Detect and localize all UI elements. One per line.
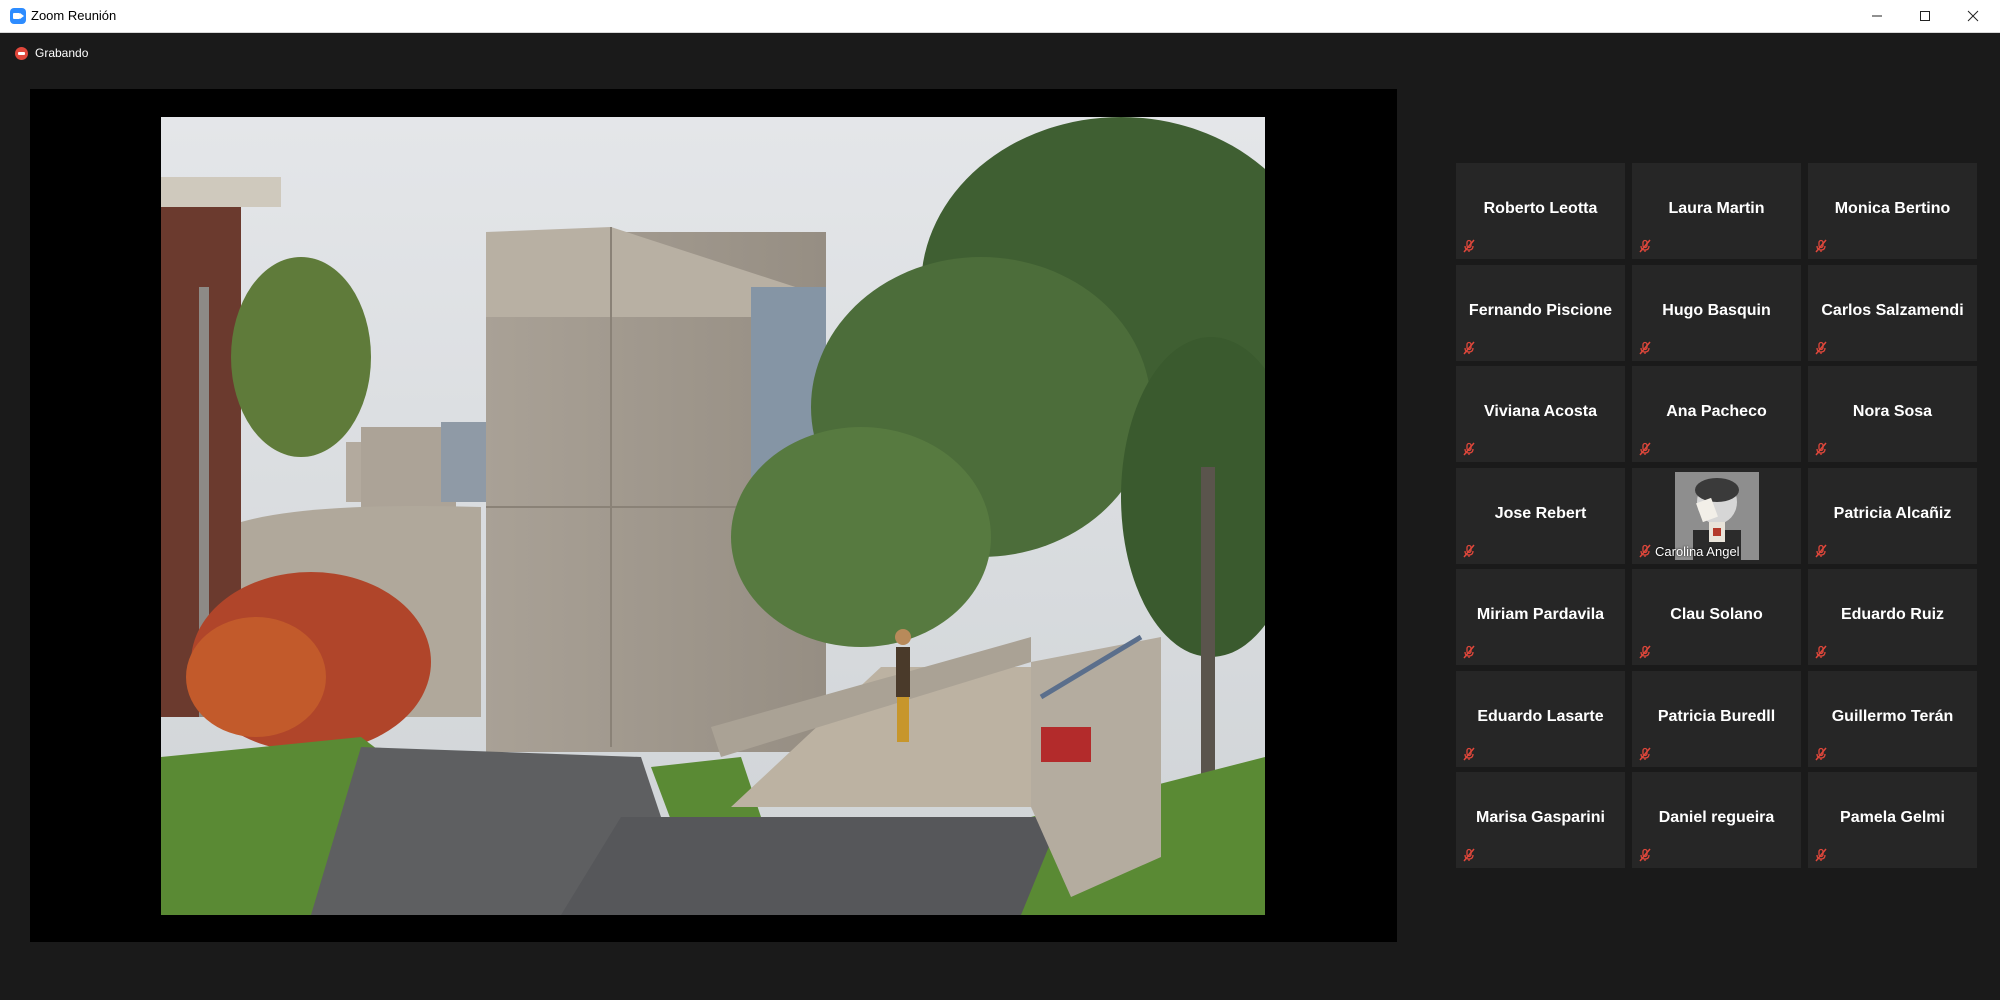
close-button[interactable]: [1950, 0, 1996, 32]
participant-tile[interactable]: Monica Bertino: [1808, 163, 1977, 259]
muted-mic-icon: [1639, 544, 1651, 557]
muted-mic-icon: [1639, 848, 1651, 862]
close-icon: [1967, 10, 1979, 22]
window-title: Zoom Reunión: [31, 8, 117, 23]
participant-tile[interactable]: Nora Sosa: [1808, 366, 1977, 462]
participant-tile[interactable]: Jose Rebert: [1456, 467, 1625, 564]
muted-mic-icon: [1463, 239, 1475, 253]
participant-name: Ana Pacheco: [1666, 403, 1767, 420]
minimize-icon: [1872, 15, 1882, 17]
muted-mic-icon: [1639, 645, 1651, 659]
minimize-button[interactable]: [1854, 0, 1900, 32]
participant-name: Jose Rebert: [1494, 504, 1587, 522]
participant-tile[interactable]: Daniel regueira: [1632, 772, 1801, 868]
muted-mic-icon: [1639, 341, 1651, 354]
muted-mic-icon: [1463, 645, 1475, 659]
participant-tile[interactable]: Eduardo Ruiz: [1808, 569, 1977, 665]
participant-tile[interactable]: Carolina Angel: [1632, 467, 1801, 564]
shared-screen[interactable]: [30, 89, 1397, 942]
participant-tile[interactable]: Patricia Buredll: [1632, 670, 1801, 767]
participant-gallery: Roberto Leotta Laura Martin Monica Bertino…: [1456, 163, 1977, 868]
participant-name: Guillermo Terán: [1831, 707, 1954, 725]
participant-tile[interactable]: Fernando Piscione: [1456, 264, 1625, 361]
title-bar: Zoom Reunión: [0, 0, 2000, 33]
participant-tile[interactable]: Hugo Basquin: [1632, 264, 1801, 361]
recording-indicator[interactable]: Grabando: [15, 46, 88, 60]
participant-name: Miriam Pardavila: [1476, 606, 1605, 623]
muted-mic-icon: [1463, 544, 1475, 557]
participant-tile[interactable]: Laura Martin: [1632, 163, 1801, 259]
muted-mic-icon: [1639, 239, 1651, 253]
muted-mic-icon: [1815, 544, 1827, 557]
maximize-icon: [1920, 11, 1930, 21]
participant-tile[interactable]: Roberto Leotta: [1456, 163, 1625, 259]
participant-tile[interactable]: Viviana Acosta: [1456, 366, 1625, 462]
participant-tile[interactable]: Pamela Gelmi: [1808, 772, 1977, 868]
participant-name: Hugo Basquin: [1662, 301, 1771, 319]
participant-tile[interactable]: Eduardo Lasarte: [1456, 670, 1625, 767]
participant-name: Laura Martin: [1668, 200, 1765, 217]
participant-tile[interactable]: Miriam Pardavila: [1456, 569, 1625, 665]
muted-mic-icon: [1639, 442, 1651, 456]
recording-label: Grabando: [35, 46, 89, 60]
muted-mic-icon: [1815, 645, 1827, 659]
participant-name: Fernando Piscione: [1468, 301, 1613, 319]
muted-mic-icon: [1463, 442, 1475, 456]
participant-name: Clau Solano: [1670, 606, 1763, 623]
participant-name: Carlos Salzamendi: [1821, 301, 1964, 319]
muted-mic-icon: [1815, 239, 1827, 253]
muted-mic-icon: [1463, 848, 1475, 862]
participant-name: Marisa Gasparini: [1476, 809, 1605, 826]
zoom-app-icon: [10, 8, 26, 24]
participant-name: Daniel regueira: [1658, 809, 1775, 826]
muted-mic-icon: [1463, 341, 1475, 354]
recording-icon: [15, 46, 28, 60]
shared-screen-photo: [161, 117, 1265, 915]
participant-tile[interactable]: Marisa Gasparini: [1456, 772, 1625, 868]
participant-name: Viviana Acosta: [1484, 403, 1597, 420]
muted-mic-icon: [1639, 747, 1651, 760]
participant-tile[interactable]: Patricia Alcañiz: [1808, 467, 1977, 564]
muted-mic-icon: [1815, 848, 1827, 862]
participant-name: Eduardo Lasarte: [1477, 707, 1604, 725]
participant-tile[interactable]: Clau Solano: [1632, 569, 1801, 665]
participant-name: Pamela Gelmi: [1840, 809, 1945, 826]
participant-name: Carolina Angel: [1655, 543, 1740, 559]
muted-mic-icon: [1815, 442, 1827, 456]
participant-name: Monica Bertino: [1834, 200, 1951, 217]
participant-tile[interactable]: Carlos Salzamendi: [1808, 264, 1977, 361]
muted-mic-icon: [1463, 747, 1475, 760]
participant-name: Roberto Leotta: [1483, 200, 1598, 217]
participant-name: Patricia Buredll: [1657, 707, 1776, 725]
participant-name: Eduardo Ruiz: [1840, 606, 1945, 623]
muted-mic-icon: [1815, 341, 1827, 354]
participant-name: Patricia Alcañiz: [1833, 504, 1952, 522]
participant-tile[interactable]: Guillermo Terán: [1808, 670, 1977, 767]
muted-mic-icon: [1815, 747, 1827, 760]
participant-name: Nora Sosa: [1852, 403, 1933, 420]
maximize-button[interactable]: [1902, 0, 1948, 32]
participant-tile[interactable]: Ana Pacheco: [1632, 366, 1801, 462]
